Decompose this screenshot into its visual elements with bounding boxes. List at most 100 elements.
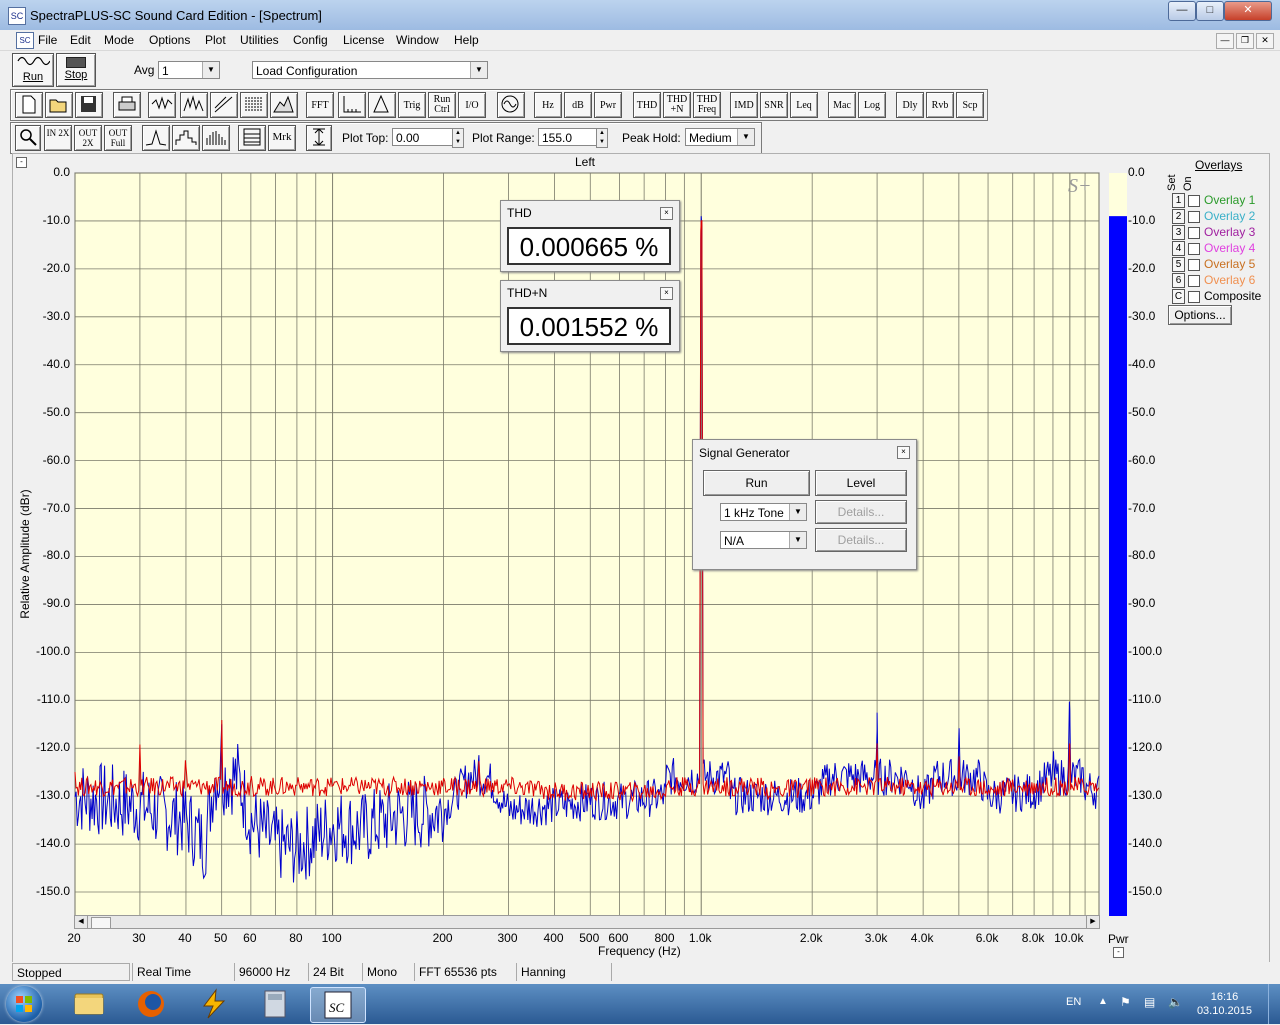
start-orb-icon[interactable]: [6, 986, 42, 1022]
toolbar-hz-button[interactable]: Hz: [534, 92, 562, 118]
thd-meter-window[interactable]: THD × 0.000665 %: [500, 200, 680, 272]
plot-top-spinner[interactable]: ▲ ▼: [452, 128, 464, 148]
overlay-set-button[interactable]: 4: [1172, 241, 1185, 256]
range-icon[interactable]: [306, 125, 332, 151]
menu-window[interactable]: Window: [396, 33, 439, 47]
scale-icon[interactable]: [338, 92, 366, 118]
average-icon[interactable]: [148, 92, 176, 118]
print-icon[interactable]: [113, 92, 141, 118]
mdi-minimize-button[interactable]: —: [1216, 33, 1234, 49]
toolbar-run-ctrl-button[interactable]: Run Ctrl: [428, 92, 456, 118]
network-icon[interactable]: ▤: [1144, 995, 1155, 1009]
close-button[interactable]: ✕: [1224, 1, 1272, 21]
toolbar-dly-button[interactable]: Dly: [896, 92, 924, 118]
plot-range-input[interactable]: 155.0: [538, 128, 598, 146]
open-folder-icon[interactable]: [45, 92, 73, 118]
toolbar-thd-n-button[interactable]: THD +N: [663, 92, 691, 118]
plot-range-spinner[interactable]: ▲ ▼: [596, 128, 608, 148]
toolbar-rvb-button[interactable]: Rvb: [926, 92, 954, 118]
toolbar-mac-button[interactable]: Mac: [828, 92, 856, 118]
language-indicator[interactable]: EN: [1066, 996, 1081, 1008]
calculator-icon[interactable]: [248, 987, 302, 1021]
overlay-set-button[interactable]: 2: [1172, 209, 1185, 224]
menu-help[interactable]: Help: [454, 33, 479, 47]
mdi-restore-button[interactable]: ❐: [1236, 33, 1254, 49]
waveform-select[interactable]: 1 kHz Tone ▼: [720, 503, 807, 521]
toolbar-leq-button[interactable]: Leq: [790, 92, 818, 118]
3d-surface-icon[interactable]: [270, 92, 298, 118]
scroll-left-icon[interactable]: ◀: [75, 916, 88, 928]
file-explorer-icon[interactable]: [62, 987, 116, 1021]
step-graph-icon[interactable]: [172, 125, 200, 151]
menu-options[interactable]: Options: [149, 33, 190, 47]
horizontal-scrollbar[interactable]: ◀ ▶: [74, 915, 1100, 929]
volume-icon[interactable]: 🔈: [1168, 995, 1183, 1009]
thdn-meter-window[interactable]: THD+N × 0.001552 %: [500, 280, 680, 352]
line-graph-icon[interactable]: [142, 125, 170, 151]
toolbar-imd-button[interactable]: IMD: [730, 92, 758, 118]
toolbar-db-button[interactable]: dB: [564, 92, 592, 118]
toolbar-thd-button[interactable]: THD: [633, 92, 661, 118]
spectrogram-icon[interactable]: [240, 92, 268, 118]
overlay-on-checkbox[interactable]: [1188, 275, 1200, 287]
close-icon[interactable]: ×: [660, 287, 673, 300]
avg-select[interactable]: 1 ▼: [158, 61, 220, 79]
collapse-icon[interactable]: -: [1113, 947, 1124, 958]
overlay-on-checkbox[interactable]: [1188, 227, 1200, 239]
scroll-right-icon[interactable]: ▶: [1086, 916, 1099, 928]
spectraplus-icon[interactable]: SC: [310, 987, 366, 1023]
peak-hold-select[interactable]: Medium ▼: [685, 128, 755, 146]
scroll-thumb[interactable]: [91, 917, 111, 929]
maximize-button[interactable]: □: [1196, 1, 1224, 21]
new-file-icon[interactable]: [15, 92, 43, 118]
toolbar-trig-button[interactable]: Trig: [398, 92, 426, 118]
signal-generator-window[interactable]: Signal Generator × Run Level 1 kHz Tone …: [692, 439, 917, 570]
waveform-icon[interactable]: [210, 92, 238, 118]
zoom-out-full-button[interactable]: OUT Full: [104, 125, 132, 151]
firefox-icon[interactable]: [124, 987, 178, 1021]
plot-top-input[interactable]: 0.00: [392, 128, 456, 146]
overlay-on-checkbox[interactable]: [1188, 291, 1200, 303]
zoom-in-2x-button[interactable]: IN 2X: [44, 125, 72, 151]
config-select[interactable]: Load Configuration ▼: [252, 61, 488, 79]
toolbar-scp-button[interactable]: Scp: [956, 92, 984, 118]
toolbar-pwr-button[interactable]: Pwr: [594, 92, 622, 118]
minimize-button[interactable]: —: [1168, 1, 1196, 21]
stop-button[interactable]: Stop: [56, 53, 96, 87]
toolbar-fft-button[interactable]: FFT: [306, 92, 334, 118]
spectrum-mode-icon[interactable]: [180, 92, 208, 118]
overlay-set-button[interactable]: 3: [1172, 225, 1185, 240]
document-icon[interactable]: SC: [16, 32, 34, 49]
flag-icon[interactable]: ⚑: [1120, 995, 1131, 1009]
generator-level-button[interactable]: Level: [815, 470, 907, 496]
overlay-on-checkbox[interactable]: [1188, 211, 1200, 223]
app-logo-icon[interactable]: SC: [8, 7, 26, 25]
menu-mode[interactable]: Mode: [104, 33, 134, 47]
save-icon[interactable]: [75, 92, 103, 118]
overlay-on-checkbox[interactable]: [1188, 243, 1200, 255]
menu-edit[interactable]: Edit: [70, 33, 91, 47]
overlay-on-checkbox[interactable]: [1188, 195, 1200, 207]
menu-license[interactable]: License: [343, 33, 384, 47]
mode-details-button[interactable]: Details...: [815, 528, 907, 552]
overlay-set-button[interactable]: 6: [1172, 273, 1185, 288]
toolbar-snr-button[interactable]: SNR: [760, 92, 788, 118]
close-icon[interactable]: ×: [897, 446, 910, 459]
overlay-set-button[interactable]: 1: [1172, 193, 1185, 208]
tray-arrow-icon[interactable]: ▲: [1098, 996, 1108, 1007]
bar-graph-icon[interactable]: [202, 125, 230, 151]
toolbar-log-button[interactable]: Log: [858, 92, 886, 118]
zoom-icon[interactable]: [15, 125, 41, 151]
generator-run-button[interactable]: Run: [703, 470, 810, 496]
toolbar-i-o-button[interactable]: I/O: [458, 92, 486, 118]
show-desktop-button[interactable]: [1268, 984, 1280, 1024]
clock[interactable]: 16:16 03.10.2015: [1197, 990, 1252, 1018]
menu-file[interactable]: File: [38, 33, 57, 47]
overlay-options-button[interactable]: Options...: [1168, 305, 1232, 325]
level-icon[interactable]: [368, 92, 396, 118]
overlay-set-button[interactable]: 5: [1172, 257, 1185, 272]
menu-config[interactable]: Config: [293, 33, 328, 47]
mdi-close-button[interactable]: ✕: [1256, 33, 1274, 49]
winamp-icon[interactable]: [186, 987, 240, 1021]
waveform-details-button[interactable]: Details...: [815, 500, 907, 524]
